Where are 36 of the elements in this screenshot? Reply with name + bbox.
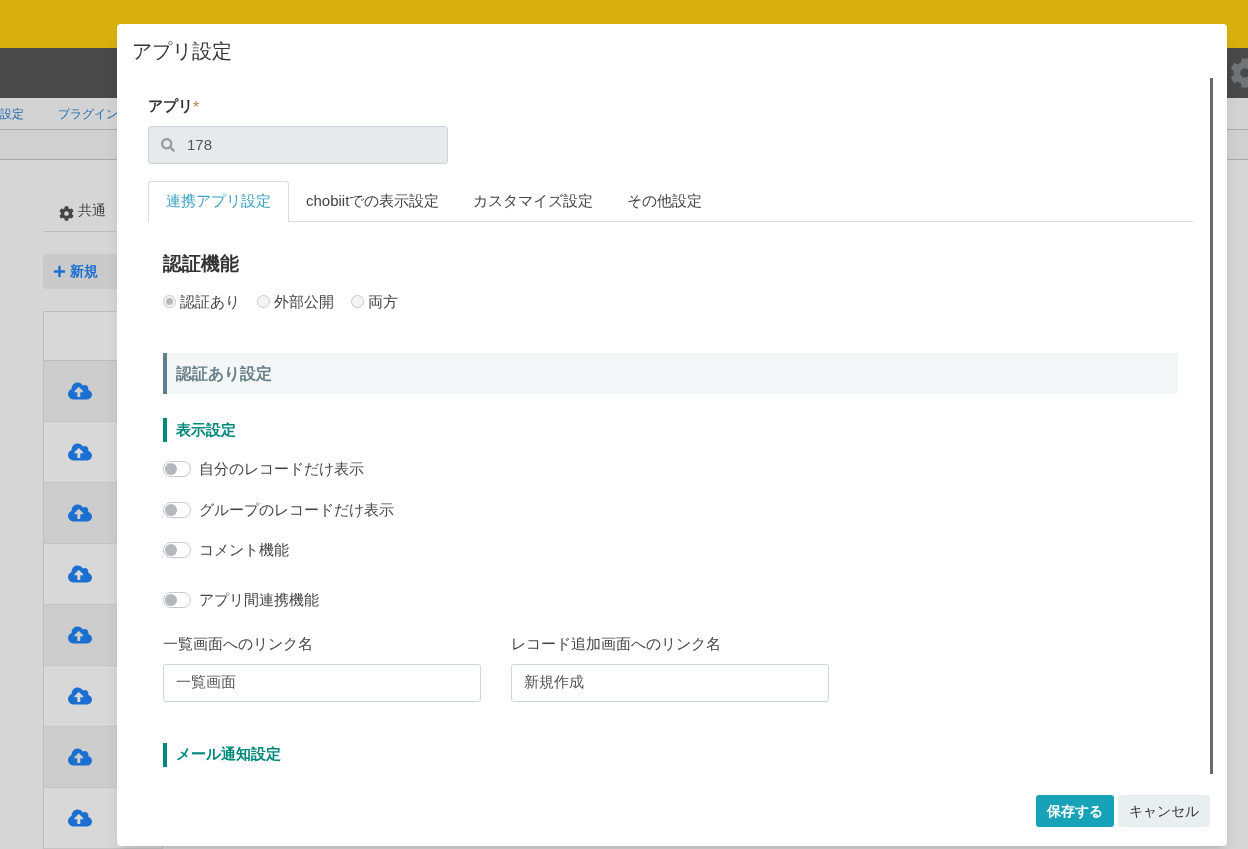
scrollbar[interactable] xyxy=(1210,78,1213,774)
toggle-label: 自分のレコードだけ表示 xyxy=(199,459,364,479)
subsection-heading: 表示設定 xyxy=(176,419,236,440)
toggle-switch[interactable] xyxy=(163,501,191,518)
section-heading: 認証機能 xyxy=(163,252,240,276)
radio-button[interactable] xyxy=(257,295,270,309)
text-field[interactable]: 一覧画面 xyxy=(163,663,481,702)
tab[interactable]: chobiitでの表示設定 xyxy=(289,181,457,221)
field-label: アプリ xyxy=(148,96,193,116)
subsection-heading: メール通知設定 xyxy=(176,744,281,765)
section-title-bar: 認証あり設定 xyxy=(163,353,1178,394)
radio-label: 外部公開 xyxy=(274,291,334,312)
cancel-button[interactable]: キャンセル xyxy=(1118,795,1210,827)
section-tab[interactable]: 共通 xyxy=(78,200,106,221)
plus-icon xyxy=(53,265,66,278)
required-mark: * xyxy=(193,98,200,118)
radio-label: 両方 xyxy=(368,291,398,312)
toggle-switch[interactable] xyxy=(163,542,191,559)
radio-button[interactable] xyxy=(351,295,364,309)
radio-button[interactable] xyxy=(163,295,176,309)
text-field[interactable]: 新規作成 xyxy=(511,663,829,702)
tab[interactable]: カスタマイズ設定 xyxy=(456,181,611,221)
tab[interactable]: その他設定 xyxy=(610,181,720,221)
toggle-switch[interactable] xyxy=(163,461,191,478)
toggle-label: グループのレコードだけ表示 xyxy=(199,499,394,520)
dialog-title: アプリ設定 xyxy=(132,39,232,64)
toggle-label: アプリ間連携機能 xyxy=(199,589,319,610)
toggle-switch[interactable] xyxy=(163,591,191,608)
field-label: レコード追加画面へのリンク名 xyxy=(511,634,722,654)
search-icon xyxy=(161,138,175,152)
search-field[interactable]: 178 xyxy=(148,126,448,164)
breadcrumb-link[interactable]: 設定 xyxy=(0,104,42,123)
gear-icon xyxy=(59,206,74,221)
radio-label: 認証あり xyxy=(180,291,240,312)
toggle-label: コメント機能 xyxy=(199,540,289,560)
field-label: 一覧画面へのリンク名 xyxy=(163,634,314,654)
